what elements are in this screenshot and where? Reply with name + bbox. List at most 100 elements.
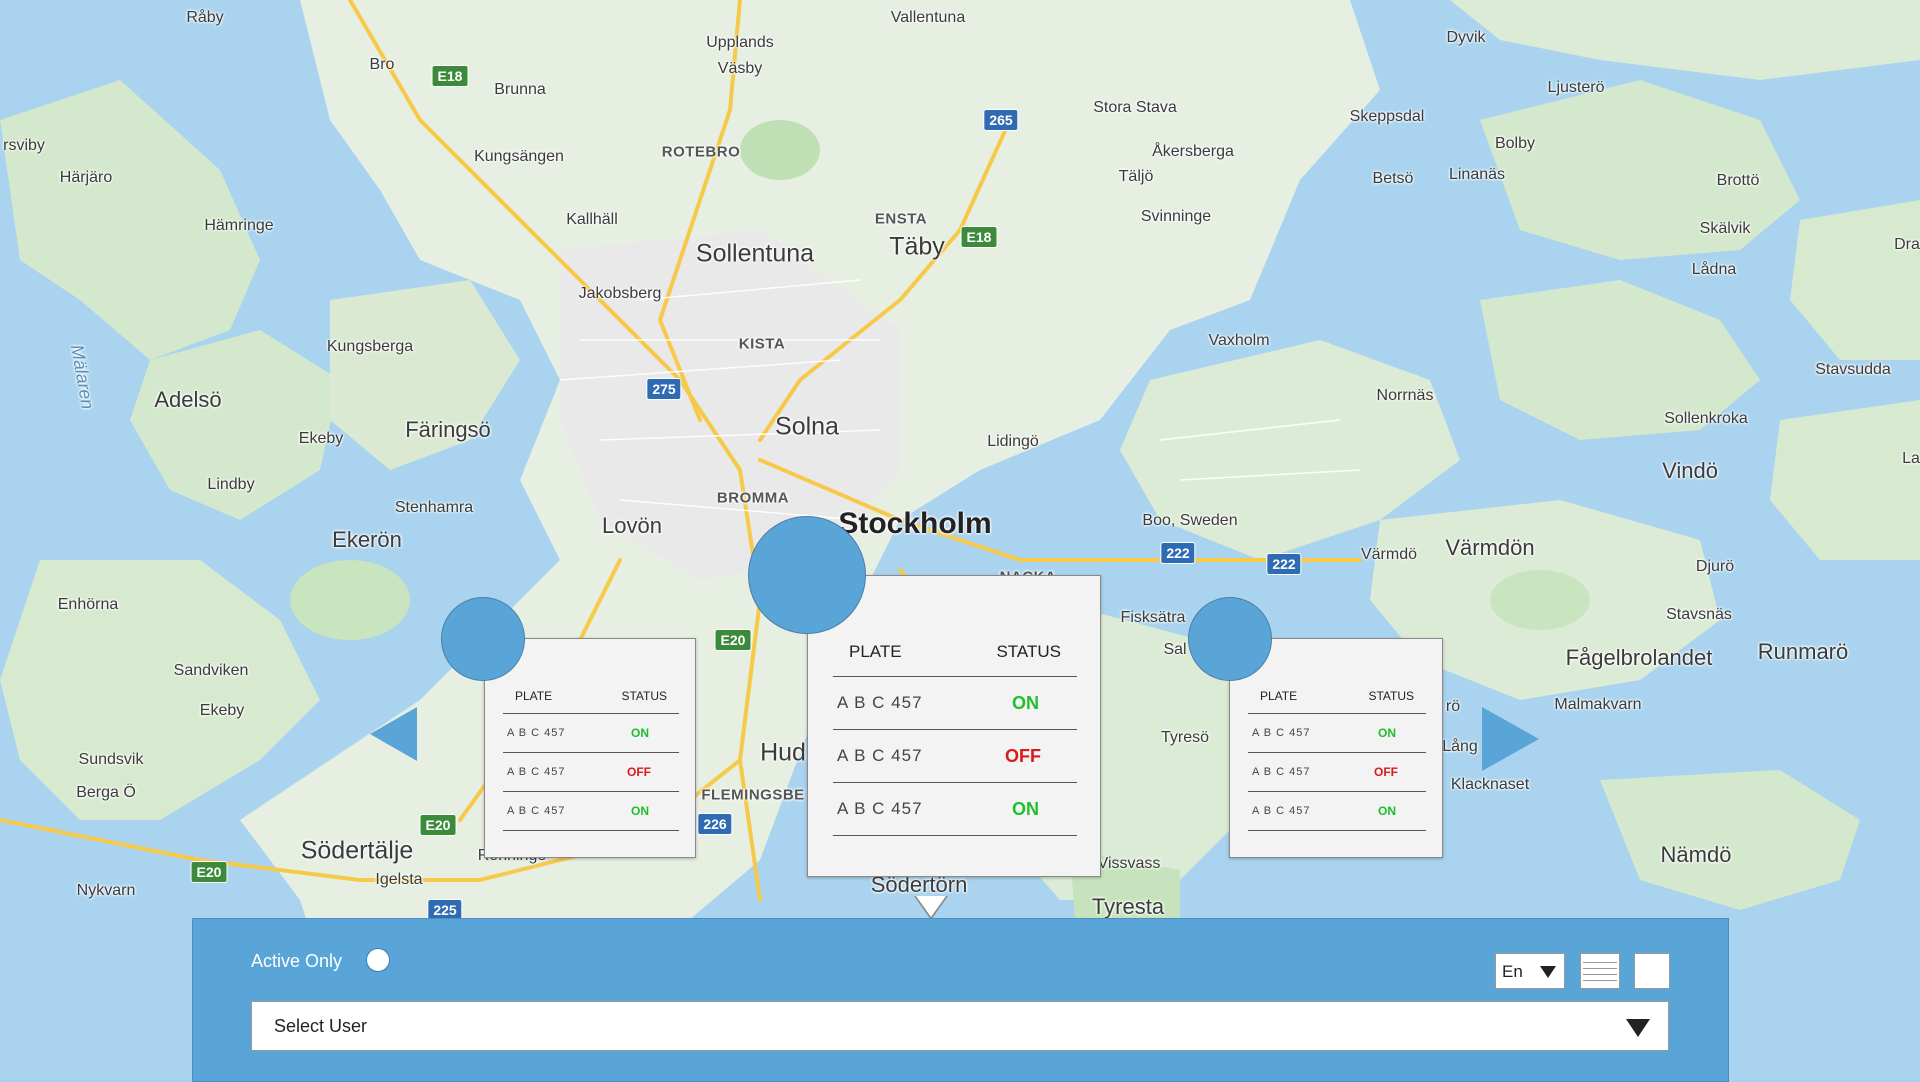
map-label: Sal bbox=[1163, 641, 1187, 658]
map-label: rsviby bbox=[3, 137, 45, 154]
map-label: Ekeby bbox=[298, 430, 344, 447]
map-label: La bbox=[1902, 450, 1920, 467]
map-label: Boo, Sweden bbox=[1142, 512, 1238, 529]
map-label: Värmdön bbox=[1445, 535, 1535, 560]
vehicle-popup-left: PLATE STATUS A B C 457 ON A B C 457 OFF … bbox=[484, 638, 696, 858]
map-label: Stora Stava bbox=[1093, 99, 1177, 116]
plate-value: A B C 457 bbox=[1252, 727, 1311, 739]
road-shield: 222 bbox=[1266, 553, 1302, 575]
map-label: Sollenkroka bbox=[1664, 410, 1748, 427]
vehicle-marker-left[interactable] bbox=[441, 597, 525, 681]
map-label: Brottö bbox=[1716, 172, 1760, 189]
status-value: ON bbox=[1378, 804, 1396, 818]
map-label: Berga Ö bbox=[76, 784, 136, 801]
map-label: Stavsudda bbox=[1815, 361, 1891, 378]
map-label: Vallentuna bbox=[890, 9, 966, 26]
map-label: Hud bbox=[760, 738, 806, 767]
road-shield: 275 bbox=[646, 378, 682, 400]
map-label: Färingsö bbox=[405, 417, 491, 442]
language-value: En bbox=[1502, 962, 1523, 981]
table-row[interactable]: A B C 457 ON bbox=[503, 714, 679, 753]
map-label: Jakobsberg bbox=[578, 285, 662, 302]
previous-arrow-icon[interactable] bbox=[370, 707, 417, 761]
map-label: Ljusterö bbox=[1547, 79, 1605, 96]
select-user-dropdown[interactable]: Select User bbox=[251, 1001, 1669, 1051]
status-value: OFF bbox=[627, 765, 651, 779]
map-label: Täby bbox=[889, 232, 945, 261]
map-label: Upplands Väsby bbox=[706, 34, 774, 77]
map-label: Djurö bbox=[1695, 558, 1735, 575]
map-label: Bolby bbox=[1494, 135, 1536, 152]
table-row[interactable]: A B C 457 ON bbox=[1248, 792, 1426, 831]
chevron-down-icon bbox=[1626, 1019, 1650, 1037]
status-column-header: STATUS bbox=[621, 689, 667, 703]
vehicle-marker-right[interactable] bbox=[1188, 597, 1272, 681]
list-view-button[interactable] bbox=[1580, 953, 1620, 989]
map-label: Lindby bbox=[207, 476, 255, 493]
map-label: Dyvik bbox=[1446, 29, 1486, 46]
table-row[interactable]: A B C 457 ON bbox=[1248, 714, 1426, 753]
map-label: Sollentuna bbox=[695, 239, 815, 268]
map-label: Tyresta bbox=[1091, 894, 1165, 919]
square-view-button[interactable] bbox=[1634, 953, 1670, 989]
table-header: PLATE STATUS bbox=[1248, 679, 1426, 714]
map-label: Hämringe bbox=[204, 217, 274, 234]
map-label: Adelsö bbox=[154, 387, 222, 412]
plate-column-header: PLATE bbox=[849, 642, 902, 661]
status-value: ON bbox=[1012, 798, 1039, 819]
map-label: Stenhamra bbox=[394, 499, 474, 516]
map-label: Kallhäll bbox=[566, 211, 618, 228]
map-label: Sandviken bbox=[173, 662, 249, 679]
map-label: Kungsberga bbox=[326, 338, 414, 355]
map-label: Stockholm bbox=[838, 507, 992, 540]
map-label: Kungsängen bbox=[474, 148, 564, 165]
map-label: Södertälje bbox=[300, 836, 414, 865]
next-arrow-icon[interactable] bbox=[1482, 707, 1539, 771]
active-only-label: Active Only bbox=[251, 951, 343, 971]
plate-value: A B C 457 bbox=[1252, 766, 1311, 778]
map-label: Enhörna bbox=[57, 596, 119, 613]
plate-column-header: PLATE bbox=[1260, 689, 1298, 703]
map-label: Lådna bbox=[1691, 261, 1737, 278]
plate-value: A B C 457 bbox=[507, 727, 566, 739]
road-shield: E18 bbox=[431, 65, 469, 87]
map-label: Svinninge bbox=[1140, 208, 1212, 225]
map-label: KISTA bbox=[738, 335, 786, 353]
map-label: Solna bbox=[775, 412, 839, 441]
vehicle-marker-center[interactable] bbox=[748, 516, 866, 634]
table-row[interactable]: A B C 457 ON bbox=[833, 677, 1077, 730]
map-label: Åkersberga bbox=[1152, 143, 1234, 160]
map-label: Norrnäs bbox=[1376, 387, 1434, 404]
map-label: Klacknaset bbox=[1450, 776, 1530, 793]
table-row[interactable]: A B C 457 ON bbox=[833, 783, 1077, 836]
table-row[interactable]: A B C 457 ON bbox=[503, 792, 679, 831]
vehicle-table: PLATE STATUS A B C 457 ON A B C 457 OFF … bbox=[833, 628, 1077, 836]
table-row[interactable]: A B C 457 OFF bbox=[1248, 753, 1426, 792]
road-shield: 226 bbox=[697, 813, 733, 835]
table-row[interactable]: A B C 457 OFF bbox=[503, 753, 679, 792]
vehicle-table: PLATE STATUS A B C 457 ON A B C 457 OFF … bbox=[1248, 679, 1426, 831]
map-label: Vissvass bbox=[1097, 855, 1161, 872]
status-value: OFF bbox=[1005, 745, 1041, 766]
status-column-header: STATUS bbox=[1368, 689, 1414, 703]
map-label: Ekeby bbox=[199, 702, 245, 719]
map-label: Råby bbox=[186, 9, 224, 26]
road-shield: E18 bbox=[960, 226, 998, 248]
map-label: Skeppsdal bbox=[1349, 108, 1425, 125]
map-label: Skälvik bbox=[1699, 220, 1751, 237]
map-label: Nykvarn bbox=[76, 882, 136, 899]
plate-value: A B C 457 bbox=[837, 693, 923, 712]
status-value: ON bbox=[631, 726, 649, 740]
table-row[interactable]: A B C 457 OFF bbox=[833, 730, 1077, 783]
map-label: Lidingö bbox=[987, 433, 1039, 450]
map-label: Stavsnäs bbox=[1666, 606, 1732, 623]
map-label: BROMMA bbox=[716, 489, 790, 507]
language-select[interactable]: En bbox=[1495, 953, 1565, 989]
status-value: ON bbox=[1012, 692, 1039, 713]
map-label: Lovön bbox=[602, 513, 662, 538]
map-label: Ekerön bbox=[332, 527, 402, 552]
status-value: OFF bbox=[1374, 765, 1398, 779]
plate-value: A B C 457 bbox=[507, 766, 566, 778]
active-only-toggle[interactable] bbox=[366, 948, 390, 972]
map-label: Tyresö bbox=[1160, 729, 1210, 746]
